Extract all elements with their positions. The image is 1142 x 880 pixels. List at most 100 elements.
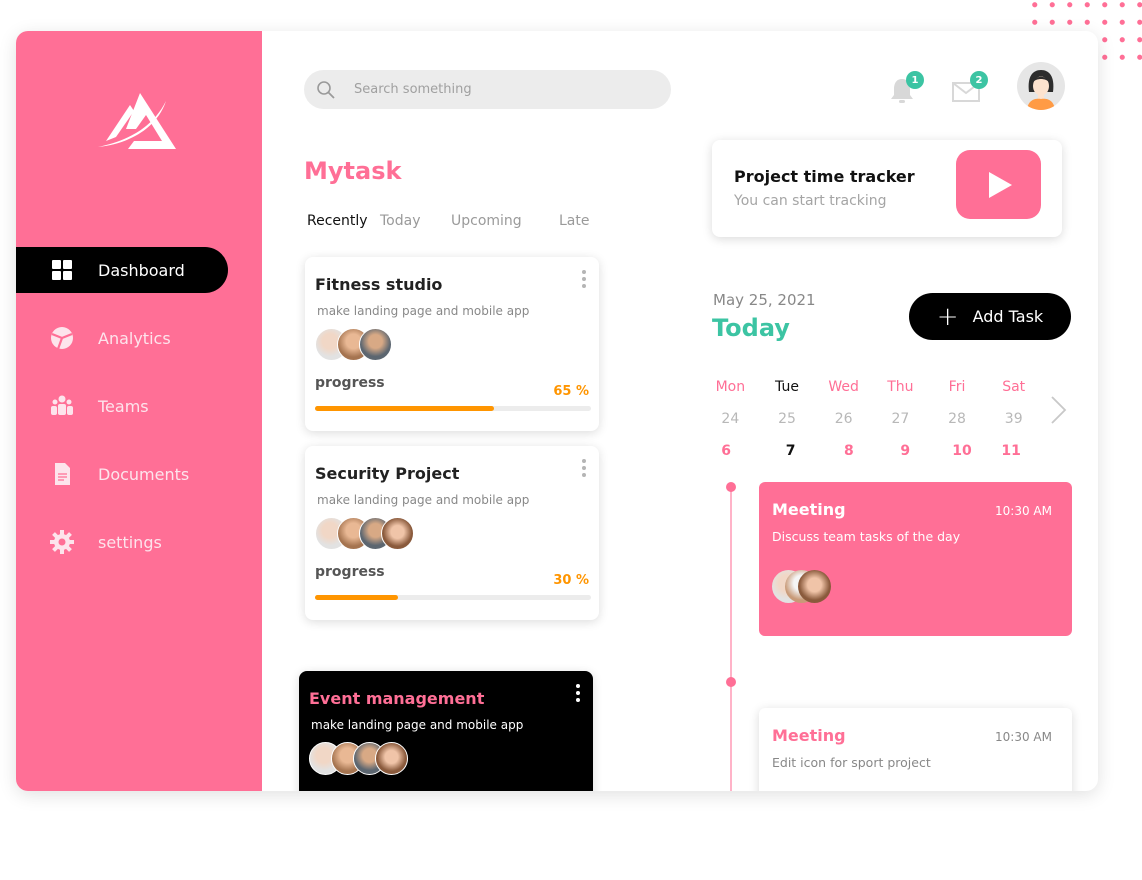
notifications-button[interactable]: 1 bbox=[886, 71, 924, 107]
calendar-date[interactable]: 26 bbox=[815, 411, 872, 427]
member-avatar bbox=[375, 742, 408, 775]
tab-today[interactable]: Today bbox=[380, 213, 451, 229]
task-description: make landing page and mobile app bbox=[317, 493, 530, 507]
more-options-icon[interactable] bbox=[581, 269, 587, 289]
pie-chart-icon bbox=[50, 326, 74, 350]
progress-bar bbox=[315, 595, 591, 600]
tab-recently[interactable]: Recently bbox=[307, 213, 380, 229]
weekday-wed: Wed bbox=[828, 379, 859, 395]
progress-label: progress bbox=[309, 789, 379, 791]
messages-button[interactable]: 2 bbox=[950, 71, 988, 107]
mytask-title: Mytask bbox=[304, 157, 402, 185]
start-tracking-button[interactable] bbox=[956, 150, 1041, 219]
calendar-date[interactable]: 39 bbox=[985, 411, 1042, 427]
search-input[interactable] bbox=[354, 82, 634, 97]
progress-percent: 30 % bbox=[553, 573, 589, 588]
sidebar-item-label: Teams bbox=[98, 396, 149, 416]
task-description: make landing page and mobile app bbox=[317, 304, 530, 318]
task-title: Event management bbox=[309, 689, 485, 708]
calendar-weekdays: Mon Tue Wed Thu Fri Sat bbox=[702, 371, 1042, 403]
today-heading: Today bbox=[712, 314, 790, 342]
task-card[interactable]: Security Project make landing page and m… bbox=[305, 446, 599, 620]
calendar-date[interactable]: 8 bbox=[831, 443, 867, 459]
calendar-date[interactable]: 25 bbox=[759, 411, 816, 427]
sidebar-item-label: Documents bbox=[98, 464, 190, 484]
search-icon bbox=[317, 80, 335, 99]
more-options-icon[interactable] bbox=[581, 458, 587, 478]
progress-percent: 65 % bbox=[553, 384, 589, 399]
tracker-subtitle: You can start tracking bbox=[734, 193, 887, 209]
search-bar[interactable] bbox=[304, 70, 671, 109]
task-tabs: Recently Today Upcoming Late bbox=[307, 213, 589, 229]
sidebar-item-documents[interactable]: Documents bbox=[16, 451, 228, 497]
sidebar-item-teams[interactable]: Teams bbox=[16, 383, 228, 429]
event-avatars bbox=[772, 570, 1058, 603]
tab-upcoming[interactable]: Upcoming bbox=[451, 213, 559, 229]
calendar-date[interactable]: 27 bbox=[872, 411, 929, 427]
event-card[interactable]: Meeting 10:30 AM Edit icon for sport pro… bbox=[759, 708, 1072, 791]
more-options-icon[interactable] bbox=[575, 683, 581, 703]
task-description: make landing page and mobile app bbox=[311, 718, 524, 732]
calendar-date[interactable]: 9 bbox=[867, 443, 944, 459]
task-avatars bbox=[315, 328, 589, 361]
calendar-date[interactable]: 28 bbox=[929, 411, 986, 427]
timeline-dot bbox=[726, 677, 736, 687]
task-card[interactable]: Fitness studio make landing page and mob… bbox=[305, 257, 599, 431]
weekday-fri: Fri bbox=[948, 379, 966, 395]
gear-icon bbox=[50, 530, 74, 554]
task-title: Security Project bbox=[315, 464, 460, 483]
progress-bar bbox=[315, 406, 591, 411]
weekday-thu: Thu bbox=[887, 379, 914, 395]
sidebar-item-label: Analytics bbox=[98, 328, 171, 348]
progress-label: progress bbox=[315, 375, 385, 391]
task-avatars bbox=[309, 742, 583, 775]
sidebar-item-analytics[interactable]: Analytics bbox=[16, 315, 228, 361]
calendar-date[interactable]: 24 bbox=[702, 411, 759, 427]
member-avatar bbox=[381, 517, 414, 550]
message-badge: 2 bbox=[970, 71, 988, 89]
timeline-dot bbox=[726, 482, 736, 492]
notification-badge: 1 bbox=[906, 71, 924, 89]
logo-icon bbox=[98, 93, 176, 149]
user-avatar-icon bbox=[1027, 70, 1055, 110]
timeline-line bbox=[730, 486, 732, 791]
calendar-row-previous: 24 25 26 27 28 39 bbox=[702, 403, 1042, 435]
calendar-date[interactable]: 10 bbox=[944, 443, 981, 459]
sidebar-item-label: Dashboard bbox=[98, 260, 185, 280]
team-icon bbox=[50, 394, 74, 418]
weekday-sat: Sat bbox=[1002, 379, 1026, 395]
chevron-right-icon[interactable] bbox=[1048, 395, 1068, 425]
event-description: Discuss team tasks of the day bbox=[772, 529, 961, 544]
task-avatars bbox=[315, 517, 589, 550]
event-time: 10:30 AM bbox=[995, 504, 1052, 518]
document-icon bbox=[50, 462, 74, 486]
event-description: Edit icon for sport project bbox=[772, 755, 931, 770]
event-time: 10:30 AM bbox=[995, 730, 1052, 744]
weekday-mon: Mon bbox=[715, 379, 746, 395]
progress-bar-fill bbox=[315, 595, 398, 600]
week-calendar: Mon Tue Wed Thu Fri Sat 24 25 26 27 28 3… bbox=[702, 371, 1042, 467]
add-task-button[interactable]: + Add Task bbox=[909, 293, 1071, 340]
play-icon bbox=[988, 171, 1012, 198]
member-avatar bbox=[798, 570, 831, 603]
sidebar-item-settings[interactable]: settings bbox=[16, 519, 228, 565]
progress-bar-fill bbox=[315, 406, 495, 411]
sidebar-item-label: settings bbox=[98, 532, 162, 552]
task-card-highlighted[interactable]: Event management make landing page and m… bbox=[299, 671, 593, 791]
progress-label: progress bbox=[315, 564, 385, 580]
tracker-title: Project time tracker bbox=[734, 167, 915, 186]
sidebar-item-dashboard[interactable]: Dashboard bbox=[16, 247, 228, 293]
calendar-date[interactable]: 11 bbox=[980, 443, 1042, 459]
event-card[interactable]: Meeting 10:30 AM Discuss team tasks of t… bbox=[759, 482, 1072, 636]
user-avatar[interactable] bbox=[1017, 62, 1065, 110]
grid-icon bbox=[50, 258, 74, 282]
tab-late[interactable]: Late bbox=[559, 213, 589, 229]
project-time-tracker: Project time tracker You can start track… bbox=[712, 140, 1062, 237]
calendar-date[interactable]: 6 bbox=[702, 443, 750, 459]
member-avatar bbox=[359, 328, 392, 361]
weekday-tue: Tue bbox=[775, 379, 799, 395]
calendar-date-selected[interactable]: 7 bbox=[750, 443, 831, 459]
task-title: Fitness studio bbox=[315, 275, 443, 294]
current-date: May 25, 2021 bbox=[713, 291, 816, 309]
add-task-label: Add Task bbox=[972, 307, 1044, 326]
